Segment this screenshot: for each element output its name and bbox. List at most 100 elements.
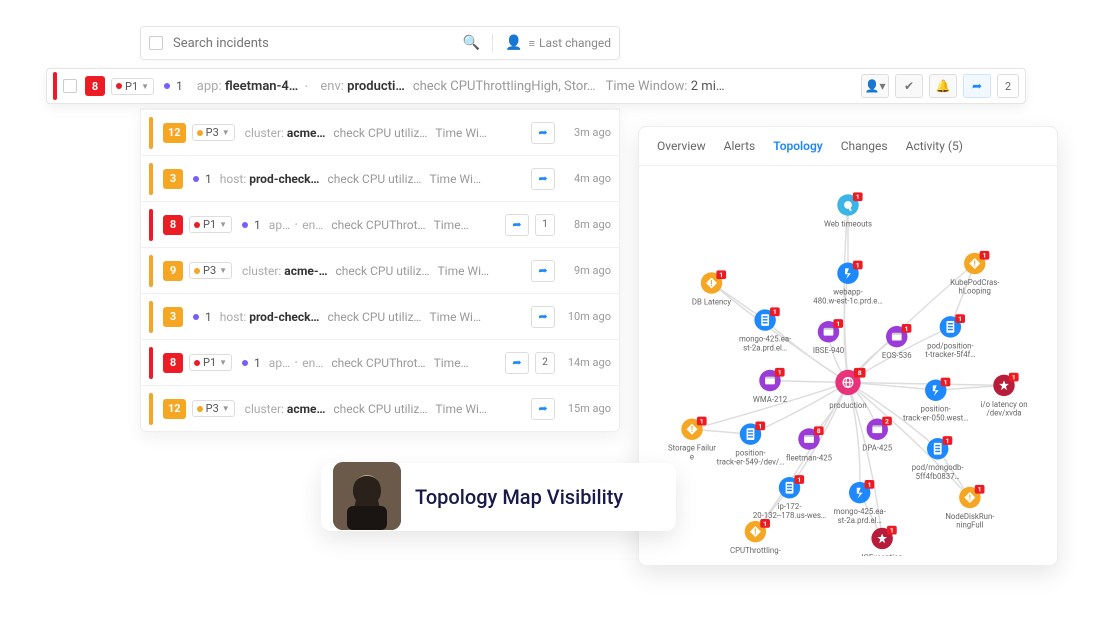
avatar — [333, 462, 401, 530]
check-summary: check CPUThrot… — [331, 356, 425, 370]
node-fleetman[interactable]: 8fleetman-425 — [786, 426, 833, 462]
node-mongo1[interactable]: 1mongo-425.ea-st-2a.prd.el… — [739, 307, 791, 352]
secondary-count: 1 — [176, 79, 183, 93]
priority-chip[interactable]: P3▼ — [189, 262, 232, 279]
alert-count-badge: 8 — [85, 76, 105, 96]
row-checkbox[interactable] — [63, 79, 77, 93]
topology-graph[interactable]: 8production1Web timeouts1webapp-480.w-es… — [639, 166, 1057, 556]
tag2-label: en… — [302, 356, 323, 370]
svg-text:1: 1 — [700, 417, 704, 425]
secondary-count: 1 — [254, 356, 261, 370]
share-button[interactable]: ➦ — [531, 398, 555, 420]
node-web-timeouts[interactable]: 1Web timeouts — [824, 192, 872, 228]
notify-button[interactable]: 🔔 — [929, 74, 957, 98]
alert-count-badge: 9 — [163, 261, 183, 281]
node-nodedisk[interactable]: !1NodeDiskRun-ningFull — [945, 485, 994, 530]
node-postrack2[interactable]: 1position-track-er-549-/dev/… — [717, 421, 785, 466]
node-ibse[interactable]: 1IBSE-940 — [813, 319, 844, 355]
svg-text:20-132--178.us-wes…: 20-132--178.us-wes… — [753, 511, 826, 520]
node-eos[interactable]: 1EOS-536 — [882, 324, 912, 360]
tab-alerts[interactable]: Alerts — [724, 139, 756, 153]
svg-text:480.w-est-1c.prd.e…: 480.w-est-1c.prd.e… — [813, 296, 882, 305]
svg-text:mongo-425.ea-: mongo-425.ea- — [739, 335, 791, 344]
tab-topology[interactable]: Topology — [773, 139, 823, 153]
sort-dropdown[interactable]: ≡ Last changed — [529, 36, 611, 50]
check-summary: check CPU utiliz… — [335, 264, 429, 278]
status-dot — [193, 314, 199, 320]
incident-row[interactable]: 12P3▼cluster: acme…check CPU utiliz…Time… — [141, 109, 619, 155]
severity-accent — [149, 347, 153, 379]
incident-row[interactable]: 31host: prod-check…check CPU utiliz…Time… — [141, 155, 619, 201]
svg-text:1: 1 — [983, 252, 987, 260]
timestamp: 14m ago — [561, 356, 611, 369]
share-button[interactable]: ➦ — [531, 168, 555, 190]
node-dblatency[interactable]: !1DB Latency — [692, 270, 731, 306]
svg-text:1: 1 — [758, 422, 762, 430]
share-button[interactable]: ➦ — [505, 352, 529, 374]
svg-text:e: e — [690, 452, 694, 461]
tab-activity-[interactable]: Activity (5) — [906, 139, 963, 153]
status-dot — [242, 360, 248, 366]
node-ioex[interactable]: 1IOException — [861, 526, 903, 556]
incident-row[interactable]: 31host: prod-check…check CPU utiliz…Time… — [141, 293, 619, 339]
node-mongo2[interactable]: 1mongo-425.ea-st-2a.prd.el… — [834, 480, 886, 525]
tag-label: cluster: acme… — [245, 126, 326, 140]
svg-text:1: 1 — [890, 527, 894, 535]
search-icon[interactable]: 🔍 — [463, 35, 480, 51]
check-summary: check CPU utiliz… — [327, 172, 421, 186]
priority-chip[interactable]: P1 ▼ — [111, 78, 154, 95]
node-storage[interactable]: !1Storage Failure — [668, 417, 716, 462]
svg-text:pod/position-: pod/position- — [927, 341, 974, 350]
share-button[interactable]: ➦ — [531, 260, 555, 282]
time-window: Time Wi… — [429, 172, 481, 186]
svg-text:ningFull: ningFull — [956, 521, 983, 530]
node-podpos[interactable]: 1 pod/position-t-tracker-5f4f… — [925, 314, 975, 359]
priority-chip[interactable]: P3▼ — [192, 400, 235, 417]
row-toolbar: 👤▾ ✔ 🔔 ➦ 2 — [861, 74, 1019, 98]
share-button[interactable]: ➦ — [505, 214, 529, 236]
svg-text:1: 1 — [836, 320, 840, 328]
svg-text:mongo-425.ea-: mongo-425.ea- — [834, 507, 886, 516]
select-all-checkbox[interactable] — [149, 36, 163, 50]
check-summary: check CPUThrot… — [331, 218, 425, 232]
svg-text:position-: position- — [921, 405, 951, 414]
share-button[interactable]: ➦ — [531, 306, 555, 328]
timestamp: 10m ago — [561, 310, 611, 323]
featured-incident-row[interactable]: 8 P1 ▼ 1 app: fleetman-4… · env: product… — [46, 68, 1026, 104]
resolve-button[interactable]: ✔ — [895, 74, 923, 98]
svg-text:EOS-536: EOS-536 — [882, 351, 912, 360]
assign-button[interactable]: 👤▾ — [861, 74, 889, 98]
incident-row[interactable]: 12P3▼cluster: acme…check CPU utiliz…Time… — [141, 385, 619, 431]
search-input[interactable] — [173, 36, 457, 51]
tag-label: ap… — [269, 356, 290, 370]
severity-accent — [53, 72, 57, 100]
node-ip172[interactable]: 1ip-172-20-132--178.us-wes… — [753, 475, 826, 520]
share-button[interactable]: ➦ — [531, 122, 555, 144]
node-wma[interactable]: 1WMA-212 — [753, 368, 788, 404]
node-iolat[interactable]: 1i/o latency on /dev/xvda — [980, 373, 1027, 418]
svg-text:1: 1 — [719, 271, 723, 279]
tab-changes[interactable]: Changes — [841, 139, 888, 153]
svg-text:1: 1 — [958, 315, 962, 323]
incident-row[interactable]: 8P1▼1ap…·en…check CPUThrot…Time…➦18m ago — [141, 201, 619, 247]
node-kubepod[interactable]: !1KubePodCras-hLooping — [950, 251, 999, 296]
node-podmongo[interactable]: 1pod/mongodb-5ff4fb0837… — [912, 436, 964, 481]
incident-row[interactable]: 9P3▼cluster: acme-…check CPU utiliz…Time… — [141, 247, 619, 293]
priority-chip[interactable]: P1▼ — [189, 216, 232, 233]
node-cputhrot[interactable]: !1CPUThrottling-High — [730, 519, 781, 556]
svg-text:pod/mongodb-: pod/mongodb- — [912, 463, 964, 472]
status-dot — [242, 222, 248, 228]
incident-row[interactable]: 8P1▼1ap…·en…check CPUThrot…Time…➦214m ag… — [141, 339, 619, 385]
svg-text:webapp-: webapp- — [833, 288, 863, 297]
alert-count-badge: 3 — [163, 169, 183, 189]
node-dpa[interactable]: 2DPA-425 — [862, 417, 893, 453]
svg-text:t-tracker-5f4f…: t-tracker-5f4f… — [925, 350, 975, 359]
node-webapp[interactable]: 1webapp-480.w-est-1c.prd.e… — [813, 261, 882, 306]
priority-chip[interactable]: P3▼ — [192, 124, 235, 141]
tab-overview[interactable]: Overview — [657, 139, 706, 153]
chevron-down-icon: ▼ — [141, 82, 149, 91]
assign-icon[interactable]: 👤 — [505, 35, 522, 51]
share-button[interactable]: ➦ — [963, 74, 991, 98]
priority-chip[interactable]: P1▼ — [189, 354, 232, 371]
svg-text:1: 1 — [867, 481, 871, 489]
